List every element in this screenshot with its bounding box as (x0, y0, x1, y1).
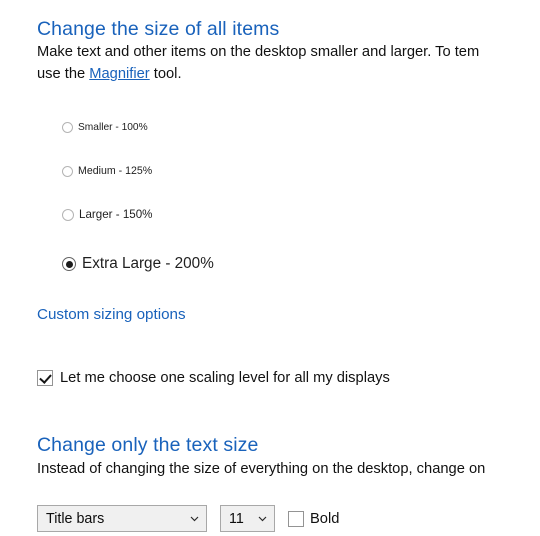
checkbox-icon (288, 510, 304, 527)
size-description-line1: Make text and other items on the desktop… (37, 44, 480, 60)
page-title-change-size: Change the size of all items (37, 18, 280, 41)
radio-option-label: Medium - 125% (78, 165, 153, 177)
radio-option-larger-150[interactable]: Larger - 150% (62, 208, 152, 221)
custom-sizing-options-link[interactable]: Custom sizing options (37, 306, 186, 323)
display-settings-page: Change the size of all items Make text a… (0, 0, 540, 536)
text-item-dropdown[interactable]: Title bars (37, 505, 207, 532)
scaling-level-checkbox[interactable]: Let me choose one scaling level for all … (37, 370, 390, 386)
radio-option-label: Extra Large - 200% (82, 255, 214, 272)
text-item-dropdown-value: Title bars (46, 510, 105, 527)
magnifier-link[interactable]: Magnifier (89, 66, 149, 82)
text-size-dropdown-value: 11 (229, 510, 244, 527)
text-size-dropdown[interactable]: 11 (220, 505, 275, 532)
bold-checkbox[interactable]: Bold (288, 510, 340, 527)
chevron-down-icon (257, 513, 268, 524)
size-description-suffix: tool. (149, 66, 182, 82)
radio-option-label: Smaller - 100% (78, 122, 148, 133)
radio-option-label: Larger - 150% (79, 208, 153, 221)
text-size-controls-row: Title bars 11 Bold (37, 505, 339, 532)
radio-option-medium-125[interactable]: Medium - 125% (62, 165, 152, 177)
radio-icon (62, 165, 73, 177)
radio-option-extra-large-200[interactable]: Extra Large - 200% (62, 255, 214, 273)
radio-selected-icon (62, 257, 76, 271)
radio-icon (62, 122, 73, 133)
size-description-prefix: use the (37, 66, 90, 82)
page-title-change-text-size: Change only the text size (37, 434, 259, 457)
text-size-description-line1: Instead of changing the size of everythi… (37, 461, 486, 477)
chevron-down-icon (189, 513, 200, 524)
checkmark-icon (37, 370, 53, 386)
bold-checkbox-label: Bold (310, 510, 340, 527)
size-description-line2: use the Magnifier tool. (37, 63, 182, 85)
scaling-level-checkbox-label: Let me choose one scaling level for all … (60, 370, 390, 386)
radio-icon (62, 208, 74, 221)
radio-option-smaller-100[interactable]: Smaller - 100% (62, 122, 148, 133)
